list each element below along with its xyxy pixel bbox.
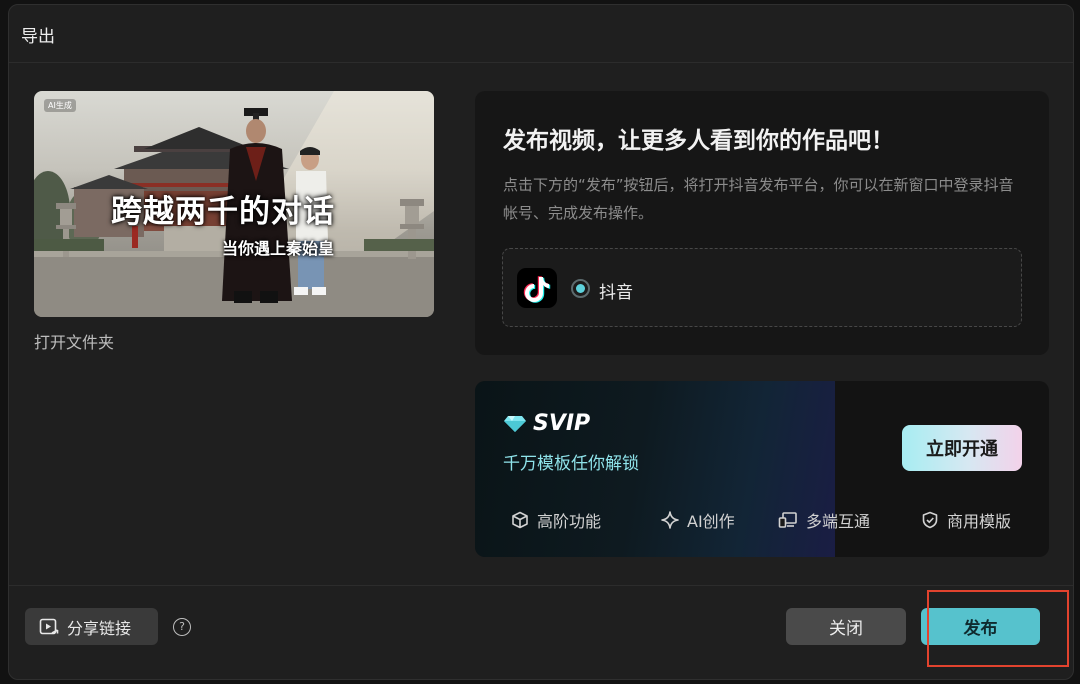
platform-radio[interactable] bbox=[571, 279, 590, 298]
feature-advanced: 高阶功能 bbox=[511, 508, 601, 532]
publish-heading: 发布视频，让更多人看到你的作品吧！ bbox=[503, 128, 894, 154]
title-bar: 导出 bbox=[9, 5, 1073, 63]
svip-card: SVIP 千万模板任你解锁 立即开通 高阶功能 AI创作 多端互通 商用模版 bbox=[475, 381, 1049, 557]
preview-subtitle: 当你遇上秦始皇 bbox=[222, 239, 335, 258]
publish-description: 点击下方的“发布”按钮后，将打开抖音发布平台，你可以在新窗口中登录抖音帐号、完成… bbox=[503, 176, 1014, 222]
export-dialog: 导出 AI生成 跨越两千的对话 当你遇上秦始皇 打开文件夹 发布视频，让更多人看… bbox=[8, 4, 1074, 680]
feature-ai-creation: AI创作 bbox=[661, 508, 735, 532]
svip-tagline: 千万模板任你解锁 bbox=[503, 454, 639, 474]
feature-multi-device: 多端互通 bbox=[778, 508, 870, 532]
open-folder-link[interactable]: 打开文件夹 bbox=[34, 329, 114, 353]
devices-icon bbox=[778, 512, 797, 528]
publish-card: 发布视频，让更多人看到你的作品吧！ 点击下方的“发布”按钮后，将打开抖音发布平台… bbox=[475, 91, 1049, 355]
svip-features: 高阶功能 AI创作 多端互通 商用模版 bbox=[511, 508, 1021, 532]
video-preview[interactable]: AI生成 跨越两千的对话 当你遇上秦始皇 bbox=[34, 91, 434, 317]
open-svip-button[interactable]: 立即开通 bbox=[902, 425, 1022, 471]
preview-title: 跨越两千的对话 bbox=[111, 194, 335, 230]
feature-commercial-template: 商用模版 bbox=[921, 508, 1011, 532]
tiktok-icon bbox=[517, 268, 557, 308]
help-icon[interactable]: ? bbox=[173, 618, 191, 636]
close-button[interactable]: 关闭 bbox=[786, 608, 906, 645]
share-video-icon bbox=[39, 618, 59, 634]
platform-label: 抖音 bbox=[599, 283, 633, 303]
share-link-button[interactable]: 分享链接 bbox=[25, 608, 158, 645]
svip-badge: SVIP bbox=[503, 411, 590, 436]
shield-check-icon bbox=[922, 511, 938, 529]
cube-icon bbox=[512, 511, 528, 529]
ai-generated-tag: AI生成 bbox=[44, 99, 76, 112]
publish-highlight-box bbox=[927, 590, 1069, 667]
dialog-title: 导出 bbox=[21, 27, 55, 47]
diamond-icon bbox=[504, 415, 526, 432]
sparkle-icon bbox=[661, 511, 679, 529]
platform-option-douyin[interactable]: 抖音 bbox=[502, 248, 1022, 327]
share-link-label: 分享链接 bbox=[67, 618, 132, 638]
